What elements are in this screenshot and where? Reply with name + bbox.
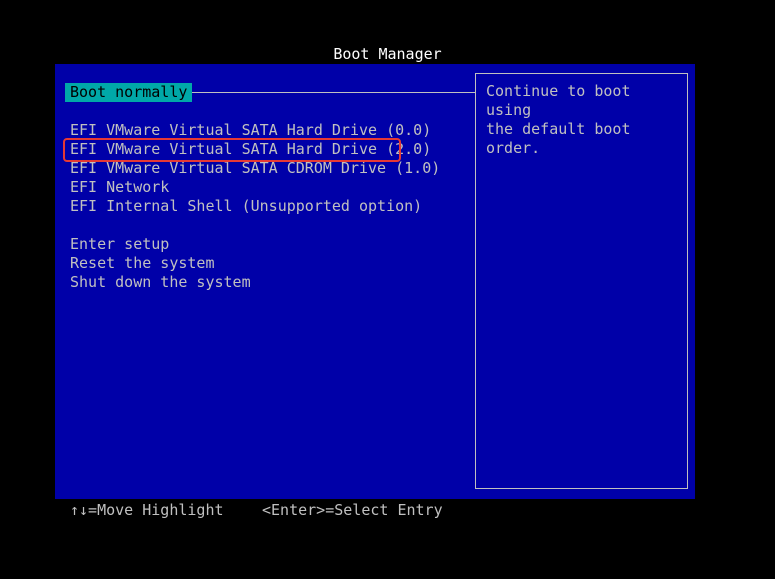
boot-normally-item[interactable]: Boot normally xyxy=(65,83,193,102)
footer-select-hint: <Enter>=Select Entry xyxy=(262,501,443,519)
boot-entry-network[interactable]: EFI Network xyxy=(70,178,169,197)
boot-entry-cdrom-1-0[interactable]: EFI VMware Virtual SATA CDROM Drive (1.0… xyxy=(70,159,440,178)
header-rule xyxy=(184,92,475,93)
boot-manager-title: Boot Manager xyxy=(333,45,442,63)
footer-move-hint: ↑↓=Move Highlight xyxy=(70,501,224,519)
description-text: Continue to boot using the default boot … xyxy=(486,82,631,157)
shutdown-system-item[interactable]: Shut down the system xyxy=(70,273,251,292)
reset-system-item[interactable]: Reset the system xyxy=(70,254,215,273)
boot-entry-sata-0-0[interactable]: EFI VMware Virtual SATA Hard Drive (0.0) xyxy=(70,121,431,140)
boot-entry-internal-shell[interactable]: EFI Internal Shell (Unsupported option) xyxy=(70,197,422,216)
boot-entry-sata-2-0[interactable]: EFI VMware Virtual SATA Hard Drive (2.0) xyxy=(70,140,431,159)
enter-setup-item[interactable]: Enter setup xyxy=(70,235,169,254)
